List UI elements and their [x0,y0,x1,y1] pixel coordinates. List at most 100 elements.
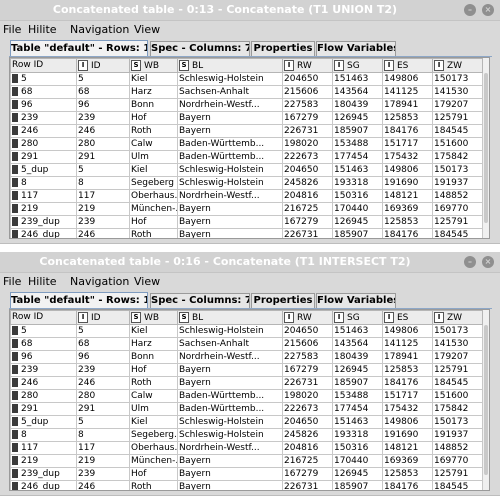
tab-table-default[interactable]: Table "default" - Rows: 14 [10,40,148,57]
table-cell[interactable]: Nordrhein-Westf... [177,189,283,203]
table-cell[interactable]: 125853 [382,215,433,229]
table-cell[interactable]: 184176 [382,376,433,390]
table-cell[interactable]: 125853 [382,467,433,481]
table-cell[interactable]: 125791 [432,111,483,125]
table-cell[interactable]: 125791 [432,215,483,229]
table-cell[interactable]: Segeberg... [129,428,178,442]
tab-flow-variables[interactable]: Flow Variables [316,293,396,308]
table-cell[interactable]: Baden-Württemb... [177,137,283,151]
table-cell[interactable]: 184176 [382,228,433,238]
table-cell[interactable]: 184545 [432,480,483,490]
table-cell[interactable]: Oberhaus... [129,441,178,455]
close-icon[interactable]: × [482,256,494,268]
table-cell[interactable]: 143564 [332,85,383,99]
table-cell[interactable]: 8 [76,428,130,442]
table-row[interactable]: 68 68 Harz Sachsen-Anhalt 215606 143564 141125… [10,85,483,99]
table-cell[interactable]: 141125 [382,85,433,99]
row-id-cell[interactable]: 246_dup [10,480,77,490]
table-cell[interactable]: 169770 [432,202,483,216]
table-cell[interactable]: 150173 [432,163,483,177]
table-cell[interactable]: 175842 [432,402,483,416]
row-id-cell[interactable]: 246_dup [10,228,77,238]
table-cell[interactable]: 151463 [332,163,383,177]
table-cell[interactable]: Schleswig-Holstein [177,415,283,429]
table-cell[interactable]: 184545 [432,124,483,138]
table-cell[interactable]: 222673 [282,150,333,164]
table-cell[interactable]: 177454 [332,150,383,164]
row-id-cell[interactable]: 8 [10,428,77,442]
table-cell[interactable]: 184545 [432,228,483,238]
table-cell[interactable]: 169369 [382,454,433,468]
table-cell[interactable]: 117 [76,189,130,203]
row-id-cell[interactable]: 68 [10,85,77,99]
table-row[interactable]: 239 239 Hof Bayern 167279 126945 125853 125791 [10,363,483,377]
column-header[interactable]: I ES [382,310,433,325]
table-cell[interactable]: 246 [76,480,130,490]
table-cell[interactable]: 226731 [282,228,333,238]
table-row[interactable]: 219 219 München-...Bayern 216725 170440 16936… [10,202,483,216]
table-cell[interactable]: 215606 [282,85,333,99]
table-row[interactable]: 5_dup 5 Kiel Schleswig-Holstein 204650 151463… [10,163,483,177]
table-cell[interactable]: Roth [129,228,178,238]
table-cell[interactable]: Roth [129,480,178,490]
table-cell[interactable]: Bayern [177,467,283,481]
title-bar[interactable]: Concatenated table - 0:13 - Concatenate … [0,0,500,21]
menu-view[interactable]: View [134,21,160,39]
table-cell[interactable]: 239 [76,363,130,377]
table-cell[interactable]: 150173 [432,415,483,429]
table-cell[interactable]: 151600 [432,137,483,151]
table-cell[interactable]: Hof [129,363,178,377]
table-cell[interactable]: 150173 [432,72,483,86]
table-cell[interactable]: 291 [76,402,130,416]
tab-spec[interactable]: Spec - Columns: 7 [150,41,250,56]
row-id-cell[interactable]: 8 [10,176,77,190]
row-id-cell[interactable]: 246 [10,376,77,390]
table-cell[interactable]: 185907 [332,480,383,490]
table-cell[interactable]: 178941 [382,350,433,364]
table-cell[interactable]: Hof [129,467,178,481]
table-cell[interactable]: 216725 [282,454,333,468]
table-row[interactable]: 280 280 Calw Baden-Württemb... 198020 153488 1… [10,389,483,403]
table-row[interactable]: 117 117 Oberhaus...Nordrhein-Westf... 20481… [10,189,483,203]
menu-navigation[interactable]: Navigation [70,273,129,291]
table-cell[interactable]: Sachsen-Anhalt [177,85,283,99]
tab-properties[interactable]: Properties [251,293,315,308]
table-cell[interactable]: Harz [129,85,178,99]
table-cell[interactable]: 151463 [332,415,383,429]
table-cell[interactable]: 5 [76,415,130,429]
column-header[interactable]: Row ID [10,310,77,325]
table-cell[interactable]: 179207 [432,350,483,364]
table-cell[interactable]: 150316 [332,189,383,203]
minimize-icon[interactable]: – [464,256,476,268]
row-id-cell[interactable]: 239 [10,363,77,377]
row-id-cell[interactable]: 5 [10,324,77,338]
table-cell[interactable]: 177454 [332,402,383,416]
table-cell[interactable]: 184176 [382,124,433,138]
table-cell[interactable]: 193318 [332,428,383,442]
table-cell[interactable]: 175432 [382,402,433,416]
table-cell[interactable]: Hof [129,215,178,229]
table-cell[interactable]: 126945 [332,467,383,481]
table-cell[interactable]: 153488 [332,137,383,151]
column-header[interactable]: S WB [129,310,178,325]
table-cell[interactable]: 149806 [382,163,433,177]
table-row[interactable]: 117 117 Oberhaus...Nordrhein-Westf... 20481… [10,441,483,455]
table-cell[interactable]: 191690 [382,176,433,190]
data-table-view[interactable]: Row ID I ID S WB S BL I RW I SG I ES I ZW 5 5 Kiel Schles… [9,57,490,239]
table-cell[interactable]: Schleswig-Holstein [177,163,283,177]
table-cell[interactable]: 141530 [432,337,483,351]
table-cell[interactable]: 167279 [282,215,333,229]
table-cell[interactable]: 245826 [282,428,333,442]
table-cell[interactable]: 68 [76,337,130,351]
row-id-cell[interactable]: 117 [10,189,77,203]
table-row[interactable]: 5 5 Kiel Schleswig-Holstein 204650 151463 1498… [10,72,483,86]
table-cell[interactable]: Nordrhein-Westf... [177,441,283,455]
table-cell[interactable]: 167279 [282,467,333,481]
menu-navigation[interactable]: Navigation [70,21,129,39]
table-cell[interactable]: Kiel [129,324,178,338]
table-cell[interactable]: 5 [76,324,130,338]
row-id-cell[interactable]: 5 [10,72,77,86]
table-cell[interactable]: 185907 [332,124,383,138]
table-cell[interactable]: Bonn [129,98,178,112]
table-cell[interactable]: 246 [76,376,130,390]
